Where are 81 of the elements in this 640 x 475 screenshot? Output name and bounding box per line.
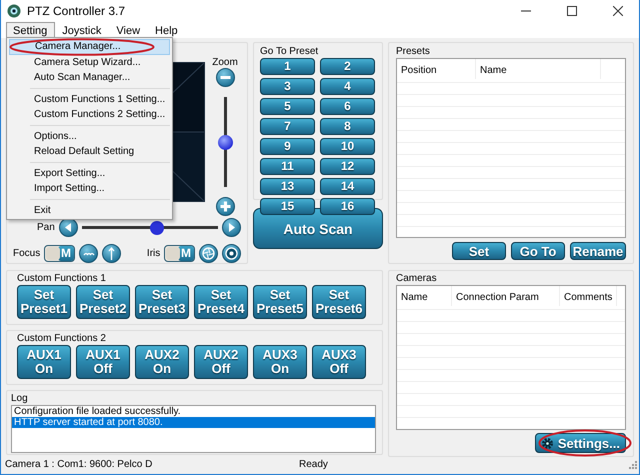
- menu-entry[interactable]: Reload Default Setting: [9, 144, 170, 159]
- preset-button[interactable]: 14: [320, 178, 375, 195]
- menu-entry[interactable]: Options...: [9, 129, 170, 144]
- focus-far-button[interactable]: [102, 244, 121, 263]
- column-header[interactable]: Name: [397, 286, 452, 306]
- menu-item[interactable]: Help: [148, 22, 186, 38]
- iris-close-button[interactable]: [222, 244, 241, 263]
- resize-grip-icon[interactable]: [629, 460, 637, 468]
- preset-button[interactable]: 7: [260, 118, 315, 135]
- preset-button[interactable]: 13: [260, 178, 315, 195]
- preset-button[interactable]: 1: [260, 58, 315, 75]
- toggle-switch[interactable]: M: [164, 245, 195, 262]
- function-button[interactable]: AUX2 Off: [194, 345, 248, 379]
- preset-button[interactable]: 4: [320, 78, 375, 95]
- menu-entry[interactable]: Auto Scan Manager...: [9, 70, 170, 85]
- menu-item[interactable]: Joystick: [55, 22, 110, 38]
- menu-entry[interactable]: Import Setting...: [9, 181, 170, 196]
- preset-button[interactable]: 9: [260, 138, 315, 155]
- slider-thumb[interactable]: [150, 220, 164, 234]
- group-title: Presets: [396, 46, 430, 58]
- column-header[interactable]: Comments: [560, 286, 617, 306]
- function-button[interactable]: AUX3 On: [253, 345, 307, 379]
- menu-entry[interactable]: Camera Setup Wizard...: [9, 55, 170, 70]
- preset-button[interactable]: 2: [320, 58, 375, 75]
- function-button[interactable]: Set Preset6: [312, 285, 366, 319]
- pan-right-button[interactable]: [222, 218, 241, 237]
- menu-item[interactable]: Setting: [6, 22, 56, 38]
- iris-open-button[interactable]: [199, 244, 218, 263]
- function-button[interactable]: AUX3 Off: [312, 345, 366, 379]
- preset-button[interactable]: 8: [320, 118, 375, 135]
- status-text: Camera 1 : Com1: 9600: Pelco D: [5, 459, 154, 470]
- menu-entry[interactable]: Export Setting...: [9, 166, 170, 181]
- menu-item[interactable]: View: [109, 22, 148, 38]
- status-text: Ready: [299, 459, 328, 470]
- pan-label: Pan: [37, 222, 55, 233]
- maximize-icon[interactable]: [567, 6, 577, 16]
- app-icon: [7, 4, 21, 18]
- function-button[interactable]: Set Preset3: [135, 285, 189, 319]
- preset-button[interactable]: 5: [260, 98, 315, 115]
- zoom-label: Zoom: [212, 57, 238, 68]
- menu-entry[interactable]: Camera Manager...: [9, 39, 170, 55]
- field-label: Focus: [13, 248, 40, 259]
- function-button[interactable]: AUX2 On: [135, 345, 189, 379]
- window-title: PTZ Controller 3.7: [27, 4, 126, 18]
- preset-button[interactable]: 10: [320, 138, 375, 155]
- function-button[interactable]: Set Preset5: [253, 285, 307, 319]
- preset-action-button[interactable]: Rename: [570, 242, 626, 260]
- group-title: Cameras: [396, 273, 437, 285]
- preset-button[interactable]: 11: [260, 158, 315, 175]
- preset-action-button[interactable]: Go To: [511, 242, 565, 260]
- toggle-switch[interactable]: M: [44, 245, 75, 262]
- gear-icon: [540, 436, 554, 450]
- preset-button[interactable]: 16: [320, 198, 375, 215]
- settings-button[interactable]: Settings...: [534, 433, 626, 453]
- group-title: Go To Preset: [260, 46, 318, 58]
- field-label: Iris: [146, 248, 160, 259]
- menu-entry[interactable]: Custom Functions 1 Setting...: [9, 92, 170, 107]
- preset-button[interactable]: 12: [320, 158, 375, 175]
- preset-button[interactable]: 6: [320, 98, 375, 115]
- column-header[interactable]: Position: [397, 59, 476, 79]
- zoom-in-button[interactable]: [216, 197, 234, 216]
- close-icon[interactable]: [613, 6, 623, 16]
- function-button[interactable]: Set Preset2: [76, 285, 130, 319]
- function-button[interactable]: AUX1 Off: [76, 345, 130, 379]
- slider-thumb[interactable]: [218, 135, 232, 150]
- preset-button[interactable]: 15: [260, 198, 315, 215]
- group-title: Log: [11, 393, 28, 405]
- menu-entry[interactable]: Custom Functions 2 Setting...: [9, 107, 170, 122]
- group-title: Custom Functions 1: [17, 273, 106, 285]
- function-button[interactable]: Set Preset1: [17, 285, 71, 319]
- function-button[interactable]: AUX1 On: [17, 345, 71, 379]
- focus-near-button[interactable]: [78, 244, 98, 263]
- menu-entry[interactable]: Exit: [9, 203, 170, 218]
- log-line[interactable]: Configuration file loaded successfully.: [12, 406, 375, 417]
- group-title: Custom Functions 2: [17, 333, 106, 345]
- function-button[interactable]: Set Preset4: [194, 285, 248, 319]
- preset-action-button[interactable]: Set: [452, 242, 506, 260]
- column-header[interactable]: Name: [476, 59, 601, 79]
- zoom-out-button[interactable]: [216, 68, 234, 87]
- column-header[interactable]: Connection Param: [452, 286, 560, 306]
- preset-button[interactable]: 3: [260, 78, 315, 95]
